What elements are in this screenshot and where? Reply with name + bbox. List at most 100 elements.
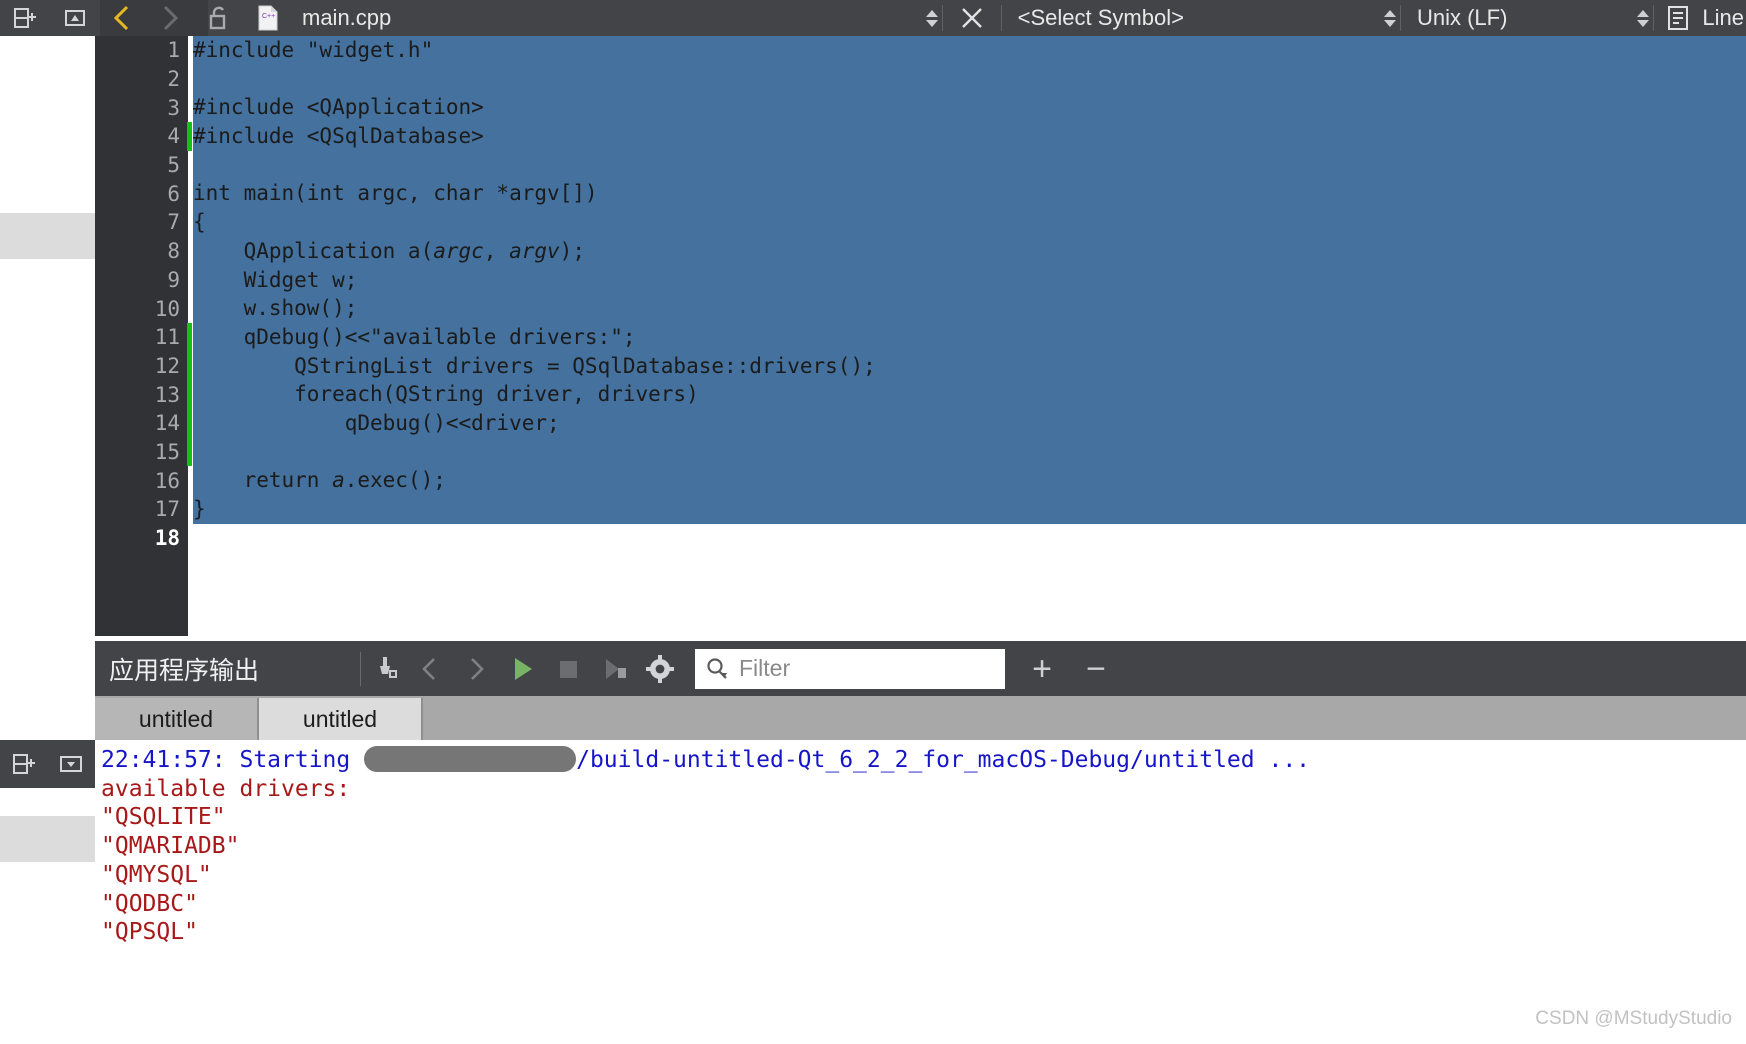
code-line[interactable]: qDebug()<<"available drivers:"; [193,323,1746,352]
modified-line-marker [187,122,192,151]
output-pane-title: 应用程序输出 [109,656,260,685]
clear-output-icon[interactable] [361,641,407,696]
code-line[interactable]: return a.exec(); [193,466,1746,495]
split-pane-icon[interactable] [0,0,50,36]
console-start-prefix: 22:41:57: Starting [101,747,365,773]
console-line: "QODBC" [101,890,198,917]
collapse-pane-icon[interactable] [51,746,91,782]
line-number: 11 [95,322,192,352]
line-number: 9 [167,267,180,292]
console-line: "QMYSQL" [101,861,212,888]
navigate-back-icon[interactable] [100,0,146,36]
remove-pane-icon[interactable]: − [1069,641,1123,696]
code-line[interactable]: Widget w; [193,266,1746,295]
code-line[interactable]: #include <QSqlDatabase> [193,122,1746,151]
code-line[interactable] [193,65,1746,94]
code-line[interactable]: int main(int argc, char *argv[]) [193,179,1746,208]
console-line: "QSQLITE" [101,804,226,831]
collapse-pane-icon[interactable] [50,0,100,36]
line-number: 7 [167,210,180,235]
split-pane-icon[interactable] [4,746,44,782]
left-rail-band-lower [0,816,95,862]
code-line[interactable]: } [193,495,1746,524]
qt-creator-window: C++ main.cpp <Select Symbol> Unix (LF) L… [0,0,1746,1044]
line-number: 10 [154,296,180,321]
console-output[interactable]: 22:41:57: Starting /build-untitled-Qt_6_… [95,740,1746,1044]
line-number: 8 [167,239,180,264]
output-tab-bar: untitled untitled [95,696,1746,740]
close-document-icon[interactable] [943,0,1001,36]
line-number: 12 [95,351,192,381]
left-rail-band-upper [0,213,95,259]
output-tab[interactable]: untitled [259,698,423,740]
line-number-gutter: 1 2 3 4 5 6 7 8 9 10 11 12 13 14 15 16 17 18 [95,36,206,636]
line-ending-spinner-icon[interactable] [1633,2,1653,34]
navigate-forward-icon[interactable] [146,0,192,36]
console-start-suffix: /build-untitled-Qt_6_2_2_for_macOS-Debug… [576,747,1311,773]
line-number: 1 [167,38,180,63]
active-filename[interactable]: main.cpp [292,5,401,31]
modified-line-marker [187,408,192,438]
line-wrap-icon[interactable] [1654,0,1694,36]
bottom-rail-toolbar [0,740,95,788]
redacted-path-block [364,746,577,772]
line-number: 6 [95,179,206,208]
symbol-spinner-icon[interactable] [1380,2,1400,34]
code-line[interactable]: QApplication a(argc, argv); [193,237,1746,266]
code-text-area[interactable]: #include "widget.h" #include <QApplicatio… [193,36,1746,636]
rerun-debug-icon[interactable] [591,641,637,696]
file-spinner-icon[interactable] [922,2,942,34]
watermark: CSDN @MStudyStudio [1535,1008,1732,1029]
console-start-line: 22:41:57: Starting /build-untitled-Qt_6_… [101,746,1746,775]
line-ending-selector[interactable]: Unix (LF) [1401,5,1523,31]
remove-pane-label: − [1086,649,1106,688]
add-pane-label: + [1032,649,1052,688]
line-number: 3 [167,95,180,120]
next-item-icon[interactable] [453,641,499,696]
cpp-file-icon: C++ [244,0,292,36]
left-rail [0,0,95,1044]
output-pane-header: 应用程序输出 Filter + − [95,641,1746,696]
code-line[interactable]: qDebug()<<driver; [193,409,1746,438]
run-icon[interactable] [499,641,545,696]
svg-text:C++: C++ [262,13,275,20]
code-line[interactable]: foreach(QString driver, drivers) [193,380,1746,409]
line-number: 16 [154,468,180,493]
code-editor[interactable]: 1 2 3 4 5 6 7 8 9 10 11 12 13 14 15 16 17 18 #include "wi… [95,36,1746,636]
line-number: 14 [95,408,192,438]
code-line[interactable] [193,524,1746,553]
line-number: 5 [167,153,180,178]
output-tab[interactable]: untitled [95,698,259,740]
modified-line-marker [187,351,192,381]
stop-icon[interactable] [545,641,591,696]
line-wrap-label[interactable]: Line [1694,5,1746,31]
previous-item-icon[interactable] [407,641,453,696]
unlocked-file-icon[interactable] [192,0,244,36]
code-line[interactable]: #include "widget.h" [193,36,1746,65]
filter-input-wrapper[interactable] [695,648,1005,689]
line-number: 15 [95,437,192,467]
line-number: 18 [154,526,180,551]
console-line: available drivers: [101,775,351,802]
line-number: 2 [167,67,180,92]
filter-input[interactable] [739,655,979,682]
console-line: "QMARIADB" [101,833,240,860]
add-pane-icon[interactable]: + [1015,641,1069,696]
code-line[interactable] [193,438,1746,467]
editor-toolbar: C++ main.cpp <Select Symbol> Unix (LF) L… [0,0,1746,36]
code-line[interactable]: { [193,208,1746,237]
search-icon [695,656,739,682]
code-line[interactable]: w.show(); [193,294,1746,323]
code-line[interactable] [193,151,1746,180]
line-number: 13 [95,380,192,409]
symbol-selector[interactable]: <Select Symbol> [1002,5,1200,31]
code-line[interactable]: #include <QApplication> [193,93,1746,122]
modified-line-marker [187,380,192,409]
line-number: 4 [95,122,192,151]
console-line: "QPSQL" [101,919,198,946]
gear-icon[interactable] [637,641,683,696]
modified-line-marker [187,322,192,352]
line-number: 17 [154,497,180,522]
output-pane: 应用程序输出 Filter + − untitled untitled 22:4… [95,636,1746,1044]
code-line[interactable]: QStringList drivers = QSqlDatabase::driv… [193,352,1746,381]
